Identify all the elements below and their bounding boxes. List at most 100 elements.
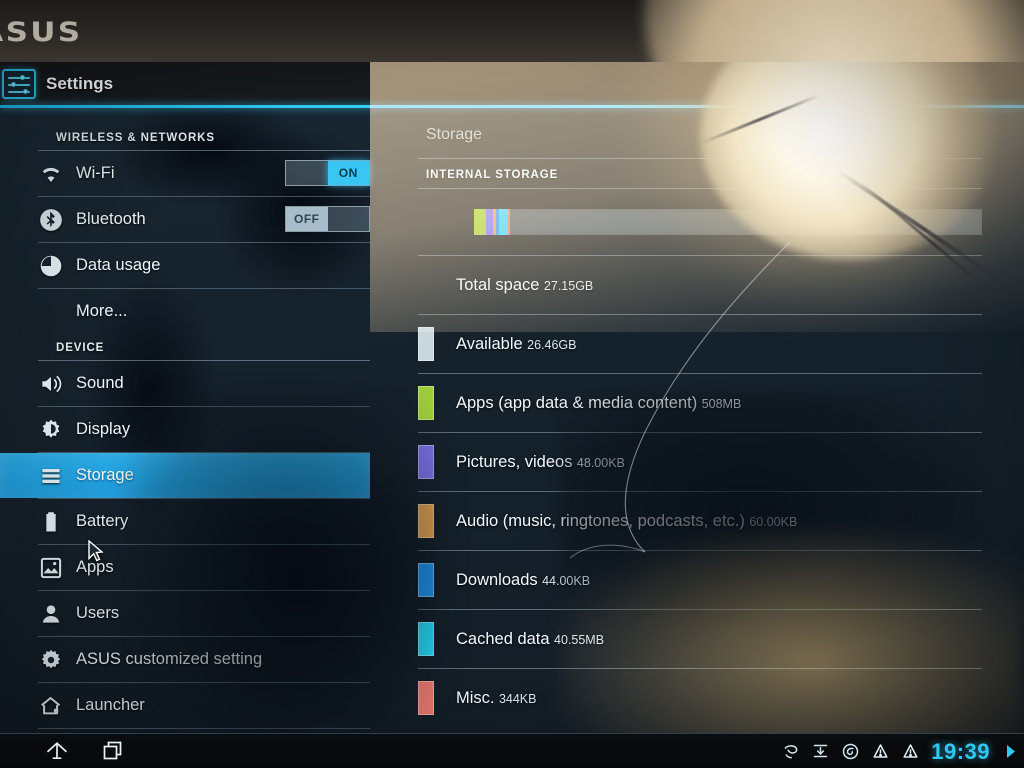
storage-row-pictures-videos[interactable]: Pictures, videos 48.00KB	[370, 433, 1024, 491]
sidebar-item-storage[interactable]: Storage	[0, 453, 370, 498]
sidebar-item-label: Sound	[76, 374, 124, 392]
usage-bar-wrap	[370, 189, 1024, 255]
color-swatch	[418, 563, 434, 597]
home-icon[interactable]	[44, 738, 70, 764]
bezel-glare	[644, 0, 1024, 62]
color-swatch	[418, 268, 434, 302]
sidebar-item-label: ASUS customized setting	[76, 650, 263, 668]
sidebar-section-wireless-label: WIRELESS & NETWORKS	[56, 132, 215, 144]
tablet-screen: Settings WIRELESS & NETWORKS Wi-Fi ON Bl…	[0, 62, 1024, 768]
sidebar-item-data-usage[interactable]: Data usage	[0, 243, 370, 288]
wifi-toggle[interactable]: ON	[285, 160, 370, 186]
internal-storage-section-label: INTERNAL STORAGE	[426, 169, 559, 181]
sidebar-item-label: Data usage	[76, 256, 161, 274]
asus-logo: ASUS	[0, 17, 83, 48]
storage-bars-icon	[38, 463, 64, 489]
bluetooth-toggle[interactable]: OFF	[285, 206, 370, 232]
sidebar-item-label: Users	[76, 604, 120, 622]
battery-icon	[38, 509, 64, 535]
storage-row-downloads[interactable]: Downloads 44.00KB	[370, 551, 1024, 609]
sidebar-item-label: Launcher	[76, 696, 145, 714]
system-navigation-bar: 19:39	[0, 733, 1024, 768]
page-title: Settings	[46, 73, 114, 93]
sidebar-item-label: More...	[76, 302, 128, 320]
storage-row-name: Cached data	[456, 629, 550, 648]
sidebar-item-label: Storage	[76, 466, 134, 484]
bluetooth-toggle-state: OFF	[286, 207, 328, 231]
status-bar: 19:39	[781, 734, 1020, 768]
bluetooth-icon	[38, 207, 64, 233]
sidebar-item-launcher[interactable]: Launcher	[0, 683, 370, 728]
storage-row-name: Pictures, videos	[456, 452, 573, 471]
sidebar-item-more[interactable]: More...	[0, 289, 370, 334]
warning-icon[interactable]	[871, 742, 890, 761]
sidebar-section-device-label: DEVICE	[56, 342, 105, 354]
storage-row-size: 26.46GB	[527, 337, 577, 352]
storage-row-name: Audio (music, ringtones, podcasts, etc.)	[456, 511, 745, 530]
usage-segment-cached	[499, 209, 508, 235]
usage-segment-misc	[507, 209, 511, 235]
browser-icon[interactable]	[841, 742, 860, 761]
speaker-icon	[38, 371, 64, 397]
screenshot-icon[interactable]	[781, 742, 800, 761]
storage-row-size: 44.00KB	[542, 573, 591, 588]
storage-row-size: 27.15GB	[543, 278, 594, 293]
color-swatch	[418, 681, 434, 715]
storage-row-size: 508MB	[701, 396, 742, 411]
storage-row-available[interactable]: Available 26.46GB	[370, 315, 1024, 373]
wifi-icon	[38, 161, 64, 187]
color-swatch	[418, 386, 434, 420]
storage-row-size: 48.00KB	[576, 455, 625, 470]
panel-title: Storage	[426, 126, 483, 143]
tablet-device-photo: ASUS Settings WIRELESS & NETWORKS Wi-Fi …	[0, 0, 1024, 768]
sidebar-item-wifi[interactable]: Wi-Fi ON	[0, 151, 370, 196]
divider	[38, 728, 370, 729]
sidebar-item-label: Display	[76, 420, 131, 438]
user-icon	[38, 601, 64, 627]
gear-icon	[38, 647, 64, 673]
chevron-right-icon[interactable]	[1001, 742, 1020, 761]
apps-image-icon	[38, 555, 64, 581]
wifi-toggle-state: ON	[327, 161, 369, 185]
warning-icon[interactable]	[901, 742, 920, 761]
usage-segment-pictures	[486, 209, 494, 235]
sidebar-item-label: Battery	[76, 512, 129, 530]
storage-row-size: 40.55MB	[554, 632, 605, 647]
storage-row-apps[interactable]: Apps (app data & media content) 508MB	[370, 374, 1024, 432]
storage-row-name: Apps (app data & media content)	[456, 393, 698, 412]
data-usage-icon	[38, 253, 64, 279]
settings-sidebar: WIRELESS & NETWORKS Wi-Fi ON Bluetooth O…	[0, 108, 370, 733]
color-swatch	[418, 622, 434, 656]
storage-row-audio[interactable]: Audio (music, ringtones, podcasts, etc.)…	[370, 492, 1024, 550]
storage-row-misc[interactable]: Misc. 344KB	[370, 669, 1024, 727]
sidebar-item-users[interactable]: Users	[0, 591, 370, 636]
storage-row-size: 60.00KB	[749, 514, 798, 529]
storage-row-cached-data[interactable]: Cached data 40.55MB	[370, 610, 1024, 668]
download-icon[interactable]	[811, 742, 830, 761]
settings-sliders-icon	[2, 68, 36, 99]
storage-row-name: Total space	[456, 275, 540, 294]
home-gear-icon	[38, 693, 64, 719]
storage-row-name: Downloads	[456, 570, 538, 589]
sidebar-item-sound[interactable]: Sound	[0, 361, 370, 406]
sidebar-item-apps[interactable]: Apps	[0, 545, 370, 590]
sidebar-item-battery[interactable]: Battery	[0, 499, 370, 544]
storage-row-size: 344KB	[498, 691, 537, 706]
sidebar-item-bluetooth[interactable]: Bluetooth OFF	[0, 197, 370, 242]
storage-row-name: Available	[456, 334, 523, 353]
usage-segment-apps	[474, 209, 487, 235]
sidebar-item-label: Wi-Fi	[76, 164, 115, 182]
sidebar-item-display[interactable]: Display	[0, 407, 370, 452]
color-swatch	[418, 445, 434, 479]
recent-apps-icon[interactable]	[100, 738, 126, 764]
storage-row-name: Misc.	[456, 688, 495, 707]
storage-row-total-space[interactable]: Total space 27.15GB	[370, 256, 1024, 314]
color-swatch	[418, 504, 434, 538]
color-swatch	[418, 327, 434, 361]
sidebar-item-asus-customized-setting[interactable]: ASUS customized setting	[0, 637, 370, 682]
storage-usage-bar	[474, 209, 982, 235]
status-clock: 19:39	[931, 738, 990, 764]
device-bezel: ASUS	[0, 0, 1024, 62]
sidebar-item-label: Bluetooth	[76, 210, 146, 228]
app-header: Settings	[0, 62, 1024, 105]
